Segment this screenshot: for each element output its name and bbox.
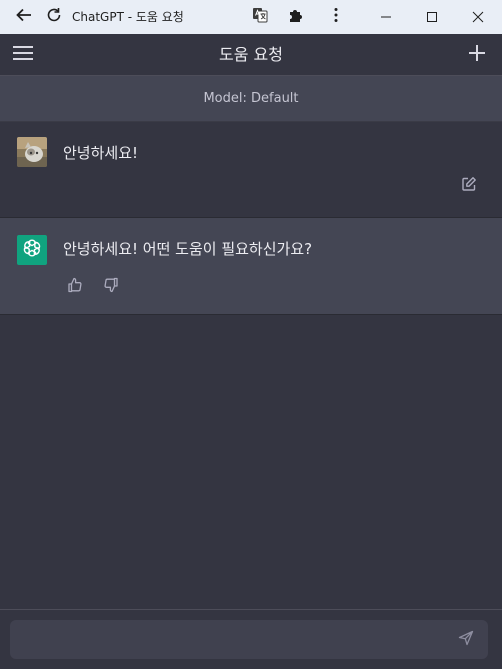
- thumbs-up-icon: [67, 277, 83, 297]
- user-avatar: [17, 137, 47, 167]
- assistant-message: 안녕하세요! 어떤 도움이 필요하신가요?: [0, 218, 502, 315]
- send-icon: [458, 630, 474, 650]
- app-header: 도움 요청: [0, 34, 502, 76]
- thumbs-down-icon: [103, 277, 119, 297]
- plus-icon: [468, 44, 486, 66]
- edit-message-button[interactable]: [459, 176, 479, 196]
- thumbs-down-button[interactable]: [101, 277, 121, 297]
- puzzle-icon: [287, 6, 305, 28]
- edit-icon: [461, 176, 477, 196]
- extensions-button[interactable]: [284, 0, 308, 34]
- minimize-icon: [380, 8, 392, 27]
- back-button[interactable]: [10, 0, 38, 34]
- translate-button[interactable]: [248, 0, 272, 34]
- arrow-left-icon: [15, 6, 33, 28]
- user-message-text: 안녕하세요!: [63, 144, 139, 162]
- kebab-menu-icon: [333, 7, 339, 27]
- assistant-message-text: 안녕하세요! 어떤 도움이 필요하신가요?: [63, 240, 313, 258]
- browser-window-title: ChatGPT - 도움 요청: [72, 10, 184, 24]
- user-message: 안녕하세요!: [0, 122, 502, 218]
- reload-icon: [45, 6, 63, 28]
- send-button[interactable]: [456, 630, 476, 650]
- composer-footer: [0, 609, 502, 669]
- close-button[interactable]: [456, 0, 500, 34]
- new-chat-button[interactable]: [464, 43, 490, 67]
- maximize-button[interactable]: [410, 0, 454, 34]
- composer-box: [10, 620, 488, 661]
- conversation-title: 도움 요청: [219, 45, 283, 64]
- minimize-button[interactable]: [364, 0, 408, 34]
- message-input[interactable]: [22, 620, 456, 661]
- maximize-icon: [426, 8, 438, 27]
- reload-button[interactable]: [40, 0, 68, 34]
- openai-logo-icon: [22, 238, 42, 262]
- close-icon: [472, 8, 484, 27]
- app-window: ChatGPT - 도움 요청 도움 요청 Model: Default 안녕하…: [0, 0, 502, 669]
- browser-menu-button[interactable]: [325, 0, 347, 34]
- model-indicator: Model: Default: [0, 76, 502, 122]
- conversation-empty-area: [0, 315, 502, 609]
- translate-icon: [251, 6, 269, 28]
- assistant-avatar: [17, 235, 47, 265]
- browser-titlebar: ChatGPT - 도움 요청: [0, 0, 502, 34]
- thumbs-up-button[interactable]: [65, 277, 85, 297]
